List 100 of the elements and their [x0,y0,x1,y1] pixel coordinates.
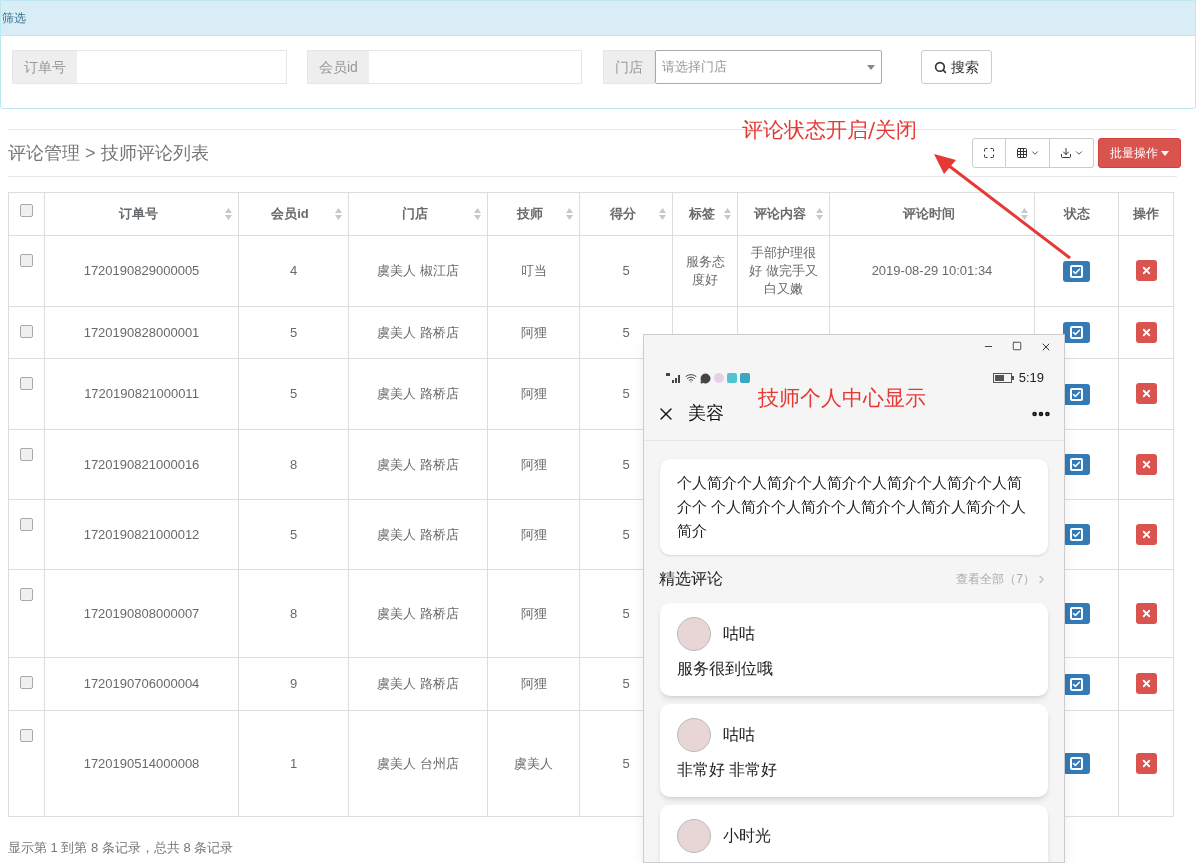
search-button[interactable]: 搜索 [921,50,992,84]
select-placeholder: 请选择门店 [662,58,727,77]
status-toggle[interactable] [1063,260,1090,282]
row-checkbox[interactable] [20,448,33,461]
close-icon [1140,607,1152,619]
check-icon [1072,460,1081,469]
bio-text: 个人简介个人简介个人简介个人简介个人简介个人简介个 个人简介个人简介个人简介个人简介人简介个人简介 [677,473,1028,541]
reviewer-name: 咕咕 [723,624,755,644]
table-cell: 8 [289,605,298,621]
close-icon [1140,388,1152,400]
delete-button[interactable] [1135,673,1157,695]
search-icon [934,60,947,74]
field-label: 门店 [603,50,655,84]
avatar [677,819,711,853]
table-cell: 虞美人 台州店 [377,755,459,771]
close-icon [1140,757,1152,769]
columns-button[interactable] [1006,138,1050,168]
annotation-text: 技师个人中心显示 [758,385,926,412]
check-icon [1072,530,1081,539]
signal-icon [666,373,682,383]
grid-icon [1015,147,1028,159]
status-toggle[interactable] [1063,753,1090,774]
filter-title: 筛选 [2,10,26,27]
column-header[interactable]: 操作 [1133,206,1159,222]
batch-action-button[interactable]: 批量操作 [1098,138,1181,168]
maximize-icon[interactable] [1012,341,1022,351]
row-checkbox[interactable] [20,676,33,689]
row-checkbox[interactable] [20,518,33,531]
row-checkbox[interactable] [20,254,33,267]
row-checkbox[interactable] [20,729,33,742]
table-cell: 5 [289,324,298,340]
column-header[interactable]: 技师 [517,206,543,222]
close-icon [1140,326,1152,338]
status-toggle[interactable] [1063,454,1090,475]
annotation-text: 评论状态开启/关闭 [742,117,918,144]
table-cell: 1720190821000016 [83,456,200,472]
table-cell: 虞美人 路桥店 [377,386,459,401]
table-cell: 4 [289,263,298,278]
fullscreen-icon [983,147,995,159]
pagination-info: 显示第 1 到第 8 条记录，总共 8 条记录 [8,840,234,855]
table-cell: 1720190514000008 [83,755,200,771]
column-header[interactable]: 会员id [271,206,309,222]
table-cell: 1 [289,755,298,771]
close-icon [1140,678,1152,690]
delete-button[interactable] [1135,321,1157,343]
column-header[interactable]: 门店 [401,206,428,222]
table-cell: 阿狸 [520,676,547,691]
check-icon [1072,328,1081,337]
table-cell: 虞美人 椒江店 [377,263,459,278]
column-header[interactable]: 状态 [1063,206,1090,222]
reviewer-name: 小时光 [723,826,771,846]
store-select[interactable]: 请选择门店 [655,50,882,84]
caret-icon [867,64,875,70]
table-cell: 手部护理很好 做完手又白又嫩 [749,245,818,296]
table-cell: 5 [622,263,630,278]
delete-button[interactable] [1135,752,1157,774]
status-toggle[interactable] [1063,524,1090,545]
table-cell: 1720190829000005 [83,263,200,278]
table-cell: 5 [622,324,630,340]
delete-button[interactable] [1135,523,1157,545]
table-cell: 阿狸 [520,526,547,542]
table-cell: 虞美人 路桥店 [377,526,459,542]
status-toggle[interactable] [1063,322,1090,343]
avatar [677,617,711,651]
status-toggle[interactable] [1063,383,1090,405]
column-header[interactable]: 标签 [688,206,715,222]
delete-button[interactable] [1135,453,1157,475]
caret-icon [1073,148,1084,158]
breadcrumb: 评论管理 > 技师评论列表 [8,141,209,165]
status-toggle[interactable] [1063,603,1090,624]
table-cell: 5 [622,605,630,621]
table-cell: 5 [622,526,630,542]
delete-button[interactable] [1135,383,1157,405]
table-cell: 1720190828000001 [83,324,200,340]
close-icon[interactable] [1040,341,1052,353]
table-cell: 阿狸 [520,605,547,621]
delete-button[interactable] [1135,260,1157,282]
column-header[interactable]: 评论时间 [902,206,955,222]
table-cell: 虞美人 路桥店 [377,324,459,340]
close-icon [1140,528,1152,540]
table-cell: 1720190706000004 [83,676,200,691]
table-cell: 阿狸 [520,456,547,472]
row-checkbox[interactable] [20,588,33,601]
column-header[interactable]: 得分 [609,206,636,222]
column-header[interactable]: 订单号 [118,206,158,222]
table-cell: 5 [289,386,298,401]
status-toggle[interactable] [1063,673,1090,695]
chat-icon [700,372,711,384]
check-icon [1072,759,1081,768]
row-checkbox[interactable] [20,204,33,217]
row-checkbox[interactable] [20,325,33,338]
delete-button[interactable] [1135,602,1157,624]
close-icon [1140,265,1152,277]
table-cell: 1720190808000007 [83,605,200,621]
status-clock: 5:19 [1018,369,1044,388]
row-checkbox[interactable] [20,377,33,390]
caret-icon [1029,148,1040,158]
table-cell: 服务态度好 [685,254,725,287]
table-cell: 阿狸 [520,324,547,340]
page-title: 美容 [688,402,724,425]
